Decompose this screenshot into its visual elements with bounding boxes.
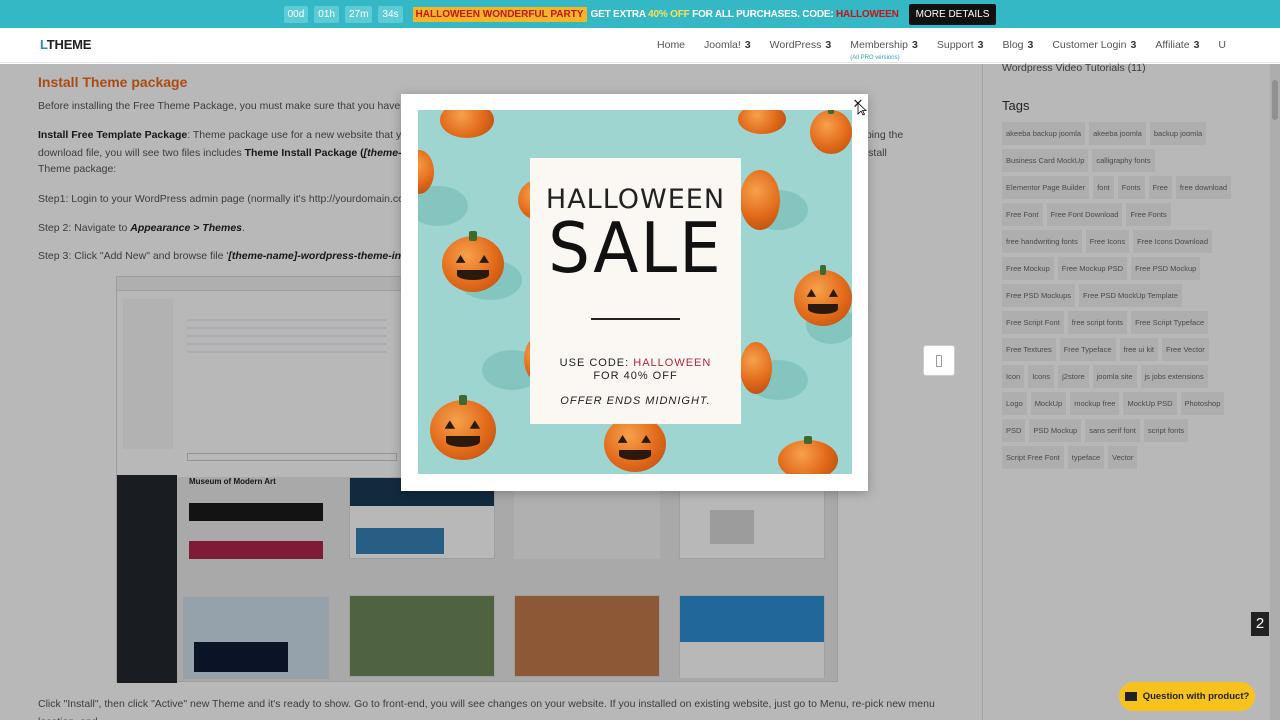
pumpkin-icon <box>442 230 504 292</box>
pumpkin-icon <box>440 110 494 138</box>
scroll-widget-button[interactable] <box>923 345 955 376</box>
countdown-minutes: 27m <box>344 5 373 23</box>
nav-item-u[interactable]: U <box>1218 39 1226 51</box>
pumpkin-icon <box>604 410 666 472</box>
promo-bar: 00d 01h 27m 34s HALLOWEEN WONDERFUL PART… <box>0 0 1280 28</box>
question-button-label: Question with product? <box>1142 691 1250 702</box>
nav-item-customer-login[interactable]: Customer Login 3 <box>1052 39 1136 51</box>
countdown-hours: 01h <box>314 5 339 23</box>
more-details-button[interactable]: MORE DETAILS <box>908 3 997 25</box>
nav-item-joomla[interactable]: Joomla! 3 <box>704 39 751 51</box>
sale-code-line: USE CODE: HALLOWEEN <box>559 357 712 369</box>
halloween-sale-banner[interactable]: HALLOWEEN SALE USE CODE: HALLOWEEN FOR 4… <box>418 110 852 474</box>
chevron-down-icon: 3 <box>1193 39 1200 51</box>
pumpkin-icon <box>778 436 838 474</box>
site-header: LTHEME Home Joomla! 3 WordPress 3 Membersh… <box>0 28 1280 63</box>
nav-item-support[interactable]: Support 3 <box>937 39 984 51</box>
nav-item-affiliate[interactable]: Affiliate 3 <box>1155 39 1199 51</box>
pumpkin-icon <box>430 394 496 460</box>
countdown-seconds: 34s <box>378 5 403 23</box>
mouse-cursor-icon <box>857 102 867 116</box>
chevron-down-icon: 3 <box>1027 39 1034 51</box>
nav-item-blog[interactable]: Blog 3 <box>1002 39 1033 51</box>
site-logo[interactable]: LTHEME <box>40 37 91 52</box>
chevron-down-icon: 3 <box>825 39 832 51</box>
sale-card: HALLOWEEN SALE USE CODE: HALLOWEEN FOR 4… <box>530 158 741 424</box>
divider <box>591 318 680 320</box>
pumpkin-icon <box>810 110 852 154</box>
envelope-icon <box>1124 692 1137 701</box>
page-number-badge[interactable]: 2 <box>1251 612 1269 636</box>
main-nav: Home Joomla! 3 WordPress 3 Membership 3 (All… <box>657 39 1226 61</box>
promo-party-label: HALLOWEEN WONDERFUL PARTY <box>412 6 587 22</box>
shadow <box>418 186 468 226</box>
pumpkin-icon <box>740 170 780 230</box>
nav-item-membership[interactable]: Membership 3 (All PRO versions) <box>850 39 918 61</box>
pumpkin-icon <box>740 342 772 394</box>
chevron-down-icon: 3 <box>1130 39 1137 51</box>
sale-heading-sale: SALE <box>548 208 723 289</box>
chevron-down-icon: 3 <box>977 39 984 51</box>
nav-item-home[interactable]: Home <box>657 39 685 51</box>
promo-text: GET EXTRA 40% OFF FOR ALL PURCHASES. COD… <box>590 8 899 20</box>
nav-item-wordpress[interactable]: WordPress 3 <box>770 39 832 51</box>
sale-ends-line: OFFER ENDS MIDNIGHT. <box>560 395 711 407</box>
chevron-down-icon: 3 <box>912 39 918 51</box>
sale-discount-line: FOR 40% OFF <box>593 370 678 382</box>
nav-membership-subtitle: (All PRO versions) <box>850 55 900 61</box>
pumpkin-icon <box>794 264 852 326</box>
mouse-icon <box>936 354 942 367</box>
halloween-popup: HALLOWEEN SALE USE CODE: HALLOWEEN FOR 4… <box>401 94 868 491</box>
countdown-days: 00d <box>283 5 309 23</box>
chevron-down-icon: 3 <box>744 39 751 51</box>
question-button[interactable]: Question with product? <box>1119 682 1255 711</box>
pumpkin-icon <box>738 110 786 134</box>
